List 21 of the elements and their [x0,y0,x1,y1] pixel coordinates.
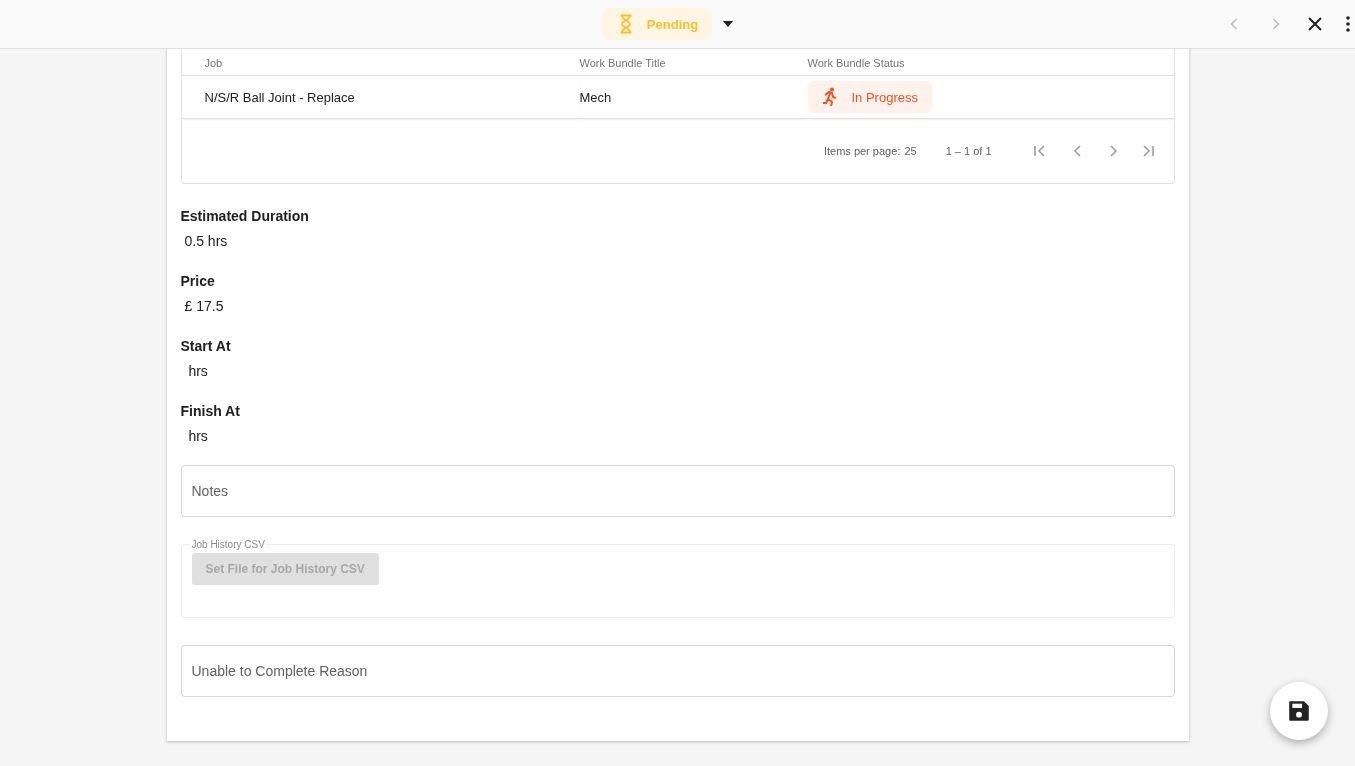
field-label: Estimated Duration [180,208,310,224]
field-value: £ 17.5 [183,298,225,314]
hourglass-icon [618,14,633,34]
field-value: 0.5 hrs [183,233,229,249]
running-person-icon [821,87,838,107]
file-upload-legend: Job History CSV [189,539,267,550]
text-field[interactable]: Unable to Complete Reason [180,645,1175,697]
status-badge: In Progress [807,81,932,113]
field-value: hrs [187,363,209,379]
table-cell: N/S/R Ball Joint - Replace [181,76,580,119]
table-cell: Mech [579,76,808,119]
text-field[interactable]: Notes [180,465,1175,517]
field-value: hrs [187,428,209,444]
page-size-select[interactable]: 25 [904,145,917,157]
field-label: Finish At [180,403,241,419]
field-label: Price [180,273,216,289]
page-range-label: 1 – 1 of 1 [945,145,992,157]
items-per-page-label: Items per page: [823,145,901,157]
field-label: Start At [180,338,232,354]
save-button[interactable] [1270,682,1328,740]
status-button[interactable]: Pending [602,8,713,40]
